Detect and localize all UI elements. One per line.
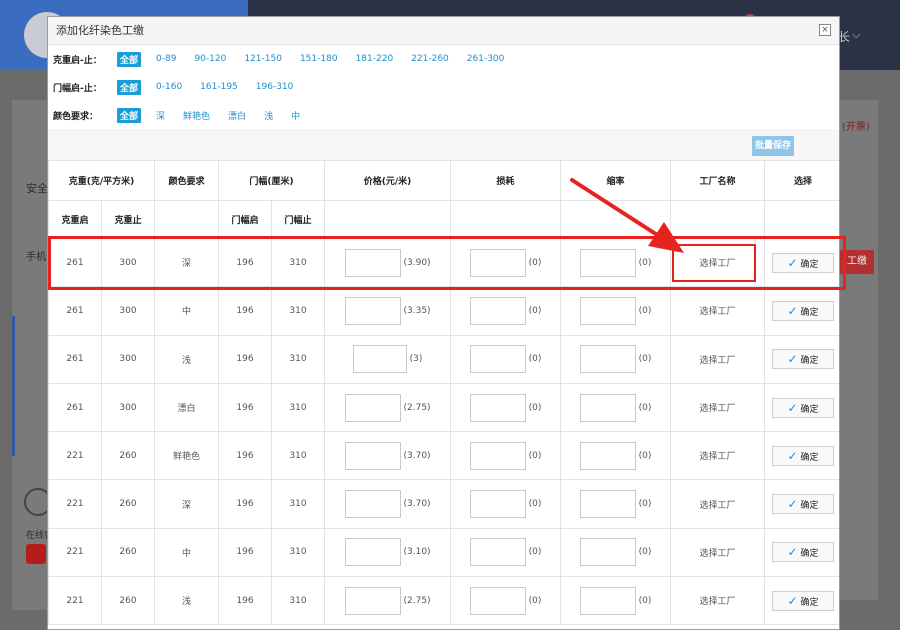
red-arrow-annotation	[570, 178, 684, 253]
